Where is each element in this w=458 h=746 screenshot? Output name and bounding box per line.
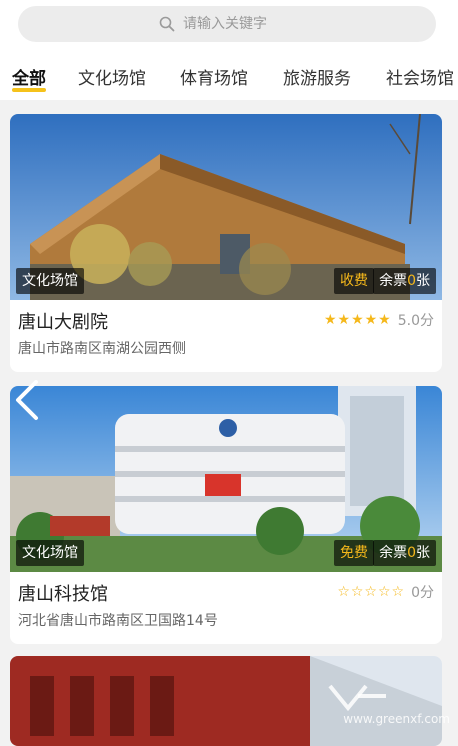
tickets-suffix: 张	[416, 545, 430, 561]
tickets-prefix: 余票	[379, 545, 408, 561]
venue-info: 唐山科技馆 ☆☆☆☆☆ 0分 河北省唐山市路南区卫国路14号	[10, 572, 442, 644]
tickets-tag: 余票0张	[373, 268, 436, 294]
venue-address: 唐山市路南区南湖公园西侧	[18, 341, 186, 357]
venue-photo: 文化场馆 收费 余票0张	[10, 114, 442, 300]
venue-photo: 文化场馆 免费 余票0张	[10, 386, 442, 572]
search-icon	[159, 16, 175, 32]
venue-address: 河北省唐山市路南区卫国路14号	[18, 613, 218, 629]
venue-name: 唐山科技馆	[18, 584, 108, 605]
star-rating-icon: ★★★★★	[323, 312, 392, 328]
tickets-prefix: 余票	[379, 273, 408, 289]
venue-card[interactable]: 文化场馆 收费 余票0张 唐山大剧院 ★★★★★ 5.0分 唐山市路南区南湖公园…	[10, 114, 442, 372]
rating-score: 0分	[411, 585, 434, 601]
active-tab-indicator	[12, 88, 46, 92]
rating: ★★★★★ 5.0分	[324, 310, 434, 330]
tab-tourism[interactable]: 旅游服务	[283, 64, 351, 89]
venue-name: 唐山大剧院	[18, 312, 108, 333]
tickets-tag: 余票0张	[373, 540, 436, 566]
category-tabs: 全部 文化场馆 体育场馆 旅游服务 社会场馆	[0, 52, 458, 100]
category-tag: 文化场馆	[16, 268, 84, 294]
tickets-suffix: 张	[416, 273, 430, 289]
rating: ☆☆☆☆☆ 0分	[337, 582, 434, 602]
search-header	[0, 0, 458, 52]
tab-social[interactable]: 社会场馆	[386, 64, 454, 89]
tickets-count: 0	[407, 273, 416, 289]
tab-all[interactable]: 全部	[12, 64, 46, 89]
search-bar[interactable]	[18, 6, 436, 42]
tab-culture[interactable]: 文化场馆	[78, 64, 146, 89]
search-input[interactable]	[181, 15, 295, 33]
venue-info: 唐山大剧院 ★★★★★ 5.0分 唐山市路南区南湖公园西侧	[10, 300, 442, 372]
chevron-left-icon[interactable]	[10, 376, 46, 424]
fee-tag: 免费	[334, 540, 374, 566]
tab-sports[interactable]: 体育场馆	[180, 64, 248, 89]
rating-score: 5.0分	[397, 313, 434, 329]
category-tag: 文化场馆	[16, 540, 84, 566]
star-rating-icon: ☆☆☆☆☆	[337, 584, 406, 600]
venue-card[interactable]: 文化场馆 免费 余票0张 唐山科技馆 ☆☆☆☆☆ 0分 河北省唐山市路南区卫国路…	[10, 386, 442, 644]
tickets-count: 0	[407, 545, 416, 561]
watermark-logo-icon	[328, 684, 386, 712]
fee-tag: 收费	[334, 268, 374, 294]
watermark-text: www.greenxf.com	[343, 712, 450, 726]
